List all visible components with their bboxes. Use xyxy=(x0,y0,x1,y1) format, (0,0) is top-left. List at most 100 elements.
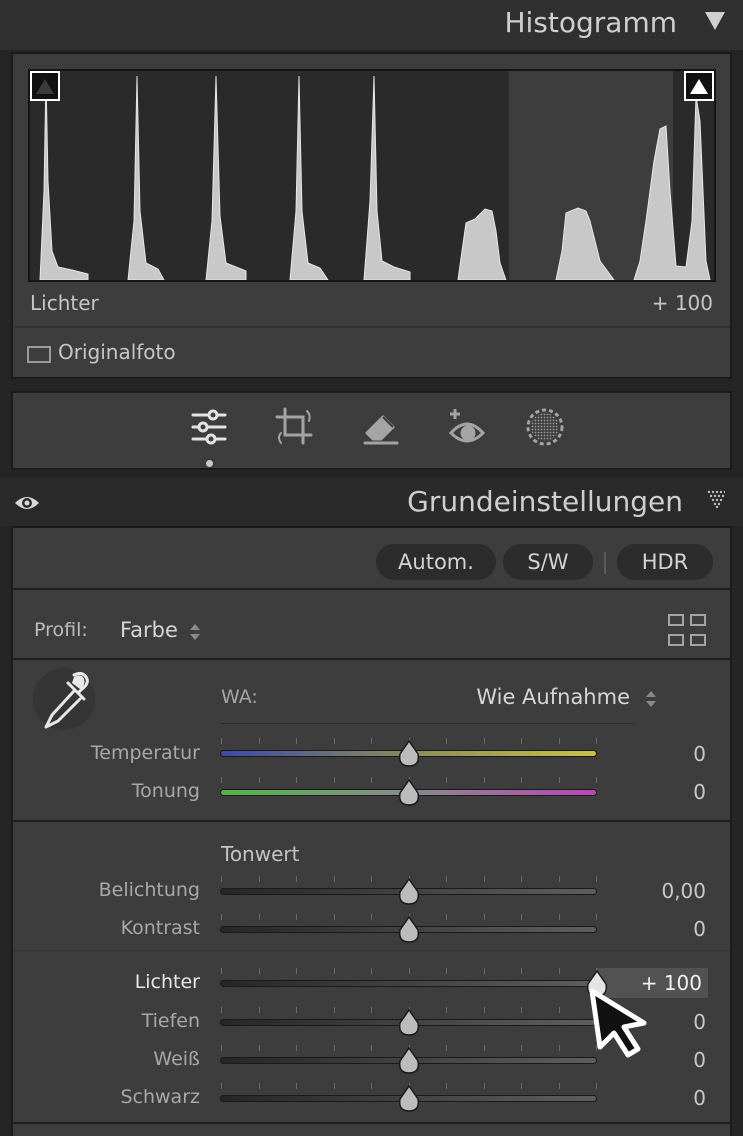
divider xyxy=(221,723,633,724)
highlights-slider[interactable] xyxy=(220,980,597,987)
select-arrows-icon[interactable] xyxy=(646,691,656,707)
temperature-value[interactable]: 0 xyxy=(693,742,706,766)
heal-eraser-icon[interactable] xyxy=(361,407,401,447)
select-arrows-icon[interactable] xyxy=(190,624,200,640)
slider-tick xyxy=(221,968,222,974)
slider-tick xyxy=(558,876,560,882)
slider-tick xyxy=(483,914,485,920)
masking-icon[interactable] xyxy=(525,407,565,447)
profile-label: Profil: xyxy=(34,619,88,641)
hdr-button[interactable]: HDR xyxy=(617,544,713,580)
divider xyxy=(13,820,730,822)
exposure-label: Belichtung xyxy=(98,879,200,901)
slider-tick xyxy=(521,1007,522,1013)
slider-tick xyxy=(446,1083,447,1089)
slider-tick xyxy=(446,1045,447,1051)
whites-value[interactable]: 0 xyxy=(693,1048,706,1072)
slider-tick xyxy=(483,968,485,974)
slider-tick xyxy=(296,777,297,783)
slider-tick xyxy=(521,738,522,744)
slider-tick xyxy=(521,1045,522,1051)
collapse-triangle-icon[interactable] xyxy=(707,490,725,508)
profile-select[interactable]: Farbe xyxy=(120,618,178,642)
slider-tick xyxy=(296,738,297,744)
slider-tick xyxy=(221,738,222,744)
mouse-pointer-icon xyxy=(589,988,647,1058)
slider-tick xyxy=(333,1045,335,1051)
white-balance-select[interactable]: Wie Aufnahme xyxy=(476,685,630,709)
slider-tick xyxy=(258,1083,260,1089)
slider-tick xyxy=(558,738,560,744)
slider-tick xyxy=(258,738,260,744)
edit-sliders-icon[interactable] xyxy=(189,407,229,447)
shadow-clipping-toggle[interactable] xyxy=(30,71,60,101)
slider-tick xyxy=(558,1045,560,1051)
shadows-value[interactable]: 0 xyxy=(693,1010,706,1034)
slider-thumb[interactable] xyxy=(398,779,420,807)
slider-thumb[interactable] xyxy=(398,1009,420,1037)
slider-tick xyxy=(521,1083,522,1089)
slider-tick xyxy=(596,914,597,920)
contrast-label: Kontrast xyxy=(120,917,200,939)
slider-tick xyxy=(333,777,335,783)
tint-value[interactable]: 0 xyxy=(693,780,706,804)
histogram-graph[interactable] xyxy=(28,69,716,282)
slider-tick xyxy=(371,1045,372,1051)
exposure-value[interactable]: 0,00 xyxy=(661,879,706,903)
active-tool-indicator xyxy=(206,460,213,467)
bw-button[interactable]: S/W xyxy=(503,544,593,580)
slider-tick xyxy=(221,1007,222,1013)
slider-tick xyxy=(296,968,297,974)
slider-tick xyxy=(596,777,597,783)
tool-strip xyxy=(11,391,732,470)
slider-tick xyxy=(558,1083,560,1089)
slider-thumb[interactable] xyxy=(398,1085,420,1113)
slider-tick xyxy=(558,968,560,974)
histogram-header[interactable]: Histogramm xyxy=(0,0,743,50)
crop-icon[interactable] xyxy=(275,407,315,447)
slider-tick xyxy=(558,1007,560,1013)
profile-browser-grid-icon[interactable] xyxy=(668,614,706,646)
red-eye-icon[interactable] xyxy=(447,407,487,447)
slider-thumb[interactable] xyxy=(398,740,420,768)
slider-thumb[interactable] xyxy=(398,878,420,906)
slider-tick xyxy=(483,777,485,783)
visibility-eye-icon[interactable] xyxy=(12,488,42,518)
auto-button[interactable]: Autom. xyxy=(376,544,496,580)
divider xyxy=(13,658,730,660)
histogram-panel: Lichter + 100 Originalfoto xyxy=(11,52,732,379)
slider-tick xyxy=(483,1083,485,1089)
original-photo-label[interactable]: Originalfoto xyxy=(58,340,176,364)
slider-tick xyxy=(521,777,522,783)
blacks-value[interactable]: 0 xyxy=(693,1086,706,1110)
slider-tick xyxy=(221,777,222,783)
slider-tick xyxy=(221,914,222,920)
slider-tick xyxy=(521,876,522,882)
slider-tick xyxy=(371,914,372,920)
divider xyxy=(604,552,606,574)
original-photo-checkbox[interactable] xyxy=(27,346,51,363)
blacks-label: Schwarz xyxy=(120,1086,200,1108)
basic-panel-header[interactable]: Grundeinstellungen xyxy=(0,478,743,526)
slider-tick xyxy=(333,914,335,920)
collapse-triangle-icon[interactable] xyxy=(705,12,725,30)
eyedropper-icon[interactable] xyxy=(34,669,94,735)
triangle-icon xyxy=(36,79,54,94)
slider-tick xyxy=(483,876,485,882)
contrast-value[interactable]: 0 xyxy=(693,917,706,941)
histogram-plot xyxy=(39,71,711,280)
slider-tick xyxy=(333,1007,335,1013)
slider-tick xyxy=(371,1083,372,1089)
slider-tick xyxy=(258,876,260,882)
highlight-clipping-toggle[interactable] xyxy=(684,71,714,101)
slider-tick xyxy=(258,777,260,783)
shadows-label: Tiefen xyxy=(141,1010,200,1032)
slider-tick xyxy=(333,738,335,744)
slider-tick xyxy=(296,1007,297,1013)
slider-thumb[interactable] xyxy=(398,1047,420,1075)
histogram-title: Histogramm xyxy=(504,6,677,39)
slider-tick xyxy=(558,914,560,920)
tone-section-heading: Tonwert xyxy=(221,842,300,866)
slider-thumb[interactable] xyxy=(398,916,420,944)
slider-tick xyxy=(258,914,260,920)
